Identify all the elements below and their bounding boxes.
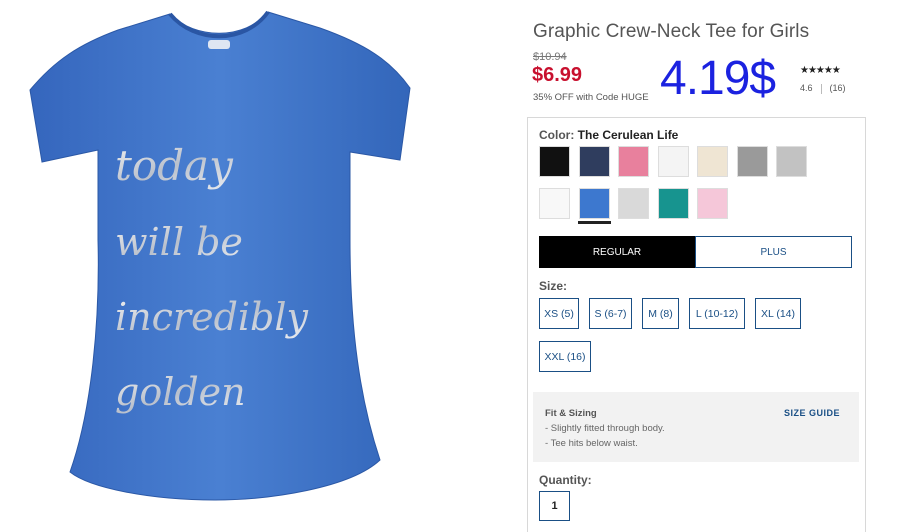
color-swatch-cerulean[interactable] bbox=[577, 188, 611, 224]
color-swatch-gray-print[interactable] bbox=[736, 146, 768, 177]
rating-score: 4.6 bbox=[800, 83, 813, 93]
color-swatch-navy-heather[interactable] bbox=[578, 146, 610, 177]
quantity-input[interactable]: 1 bbox=[539, 491, 570, 521]
color-swatch-white[interactable] bbox=[539, 188, 570, 219]
size-option-button[interactable]: XL (14) bbox=[755, 298, 801, 329]
size-option-button[interactable]: L (10-12) bbox=[689, 298, 745, 329]
fit-note: - Slightly fitted through body. bbox=[545, 423, 665, 434]
fit-sizing-title: Fit & Sizing bbox=[545, 408, 597, 419]
review-count: (16) bbox=[829, 83, 846, 93]
overlay-price: 4.19$ bbox=[660, 52, 776, 105]
color-selected-value: The Cerulean Life bbox=[577, 128, 679, 142]
color-label: Color: The Cerulean Life bbox=[539, 128, 678, 142]
sale-price: $6.99 bbox=[532, 64, 583, 86]
product-image: today will be incredibly golden bbox=[20, 0, 420, 532]
fit-regular-button[interactable]: REGULAR bbox=[539, 236, 695, 268]
original-price: $10.94 bbox=[533, 51, 567, 63]
size-label: Size: bbox=[539, 279, 568, 293]
rating-summary[interactable]: 4.6 (16) bbox=[800, 83, 846, 94]
color-swatch-teal[interactable] bbox=[657, 188, 689, 219]
color-swatch-pink[interactable] bbox=[618, 146, 649, 177]
size-guide-link[interactable]: SIZE GUIDE bbox=[784, 408, 840, 418]
size-option-button[interactable]: M (8) bbox=[642, 298, 679, 329]
color-swatch-cream[interactable] bbox=[697, 146, 728, 177]
size-option-button[interactable]: XS (5) bbox=[539, 298, 579, 329]
size-option-button[interactable]: XXL (16) bbox=[539, 341, 591, 372]
color-swatch-light-pink[interactable] bbox=[697, 188, 728, 219]
fit-plus-button[interactable]: PLUS bbox=[695, 236, 852, 268]
color-label-text: Color: bbox=[539, 128, 575, 142]
svg-text:golden: golden bbox=[115, 370, 246, 414]
color-swatch-light-heather-gray[interactable] bbox=[776, 146, 807, 177]
color-swatch-black[interactable] bbox=[539, 146, 570, 177]
neck-label-icon bbox=[208, 40, 230, 49]
tshirt-illustration: today will be incredibly golden bbox=[29, 10, 411, 501]
fit-note: - Tee hits below waist. bbox=[545, 438, 638, 449]
color-swatch-white-print[interactable] bbox=[657, 146, 689, 177]
size-option-button[interactable]: S (6-7) bbox=[589, 298, 632, 329]
rating-stars-icon[interactable]: ★★★★★ bbox=[800, 65, 841, 76]
quantity-label: Quantity: bbox=[539, 473, 592, 487]
promo-text: 35% OFF with Code HUGE bbox=[533, 92, 649, 103]
rating-divider bbox=[820, 83, 822, 94]
svg-text:will be: will be bbox=[115, 220, 243, 264]
svg-text:today: today bbox=[115, 141, 234, 190]
svg-text:incredibly: incredibly bbox=[115, 295, 309, 339]
product-title: Graphic Crew-Neck Tee for Girls bbox=[533, 21, 810, 42]
color-swatch-light-gray[interactable] bbox=[618, 188, 649, 219]
